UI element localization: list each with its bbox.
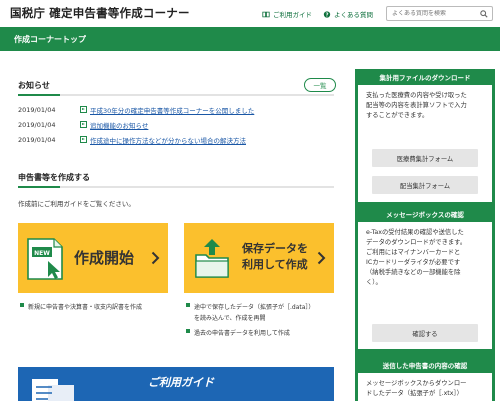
- faq-link[interactable]: ? よくある質問: [323, 9, 373, 19]
- notices-list: 2019/01/04 平成30年分の確定申告書等作成コーナーを公開しました 20…: [18, 102, 254, 147]
- guide-banner-label: ご利用ガイド: [148, 376, 214, 389]
- arrow-icon: [80, 121, 87, 128]
- resume-bullet-text: 過去の申告書データを利用して作成: [194, 330, 290, 337]
- question-icon: ?: [323, 10, 331, 18]
- body-line: データのダウンロードができます。: [366, 239, 467, 246]
- start-bullet-text: 新規に申告書や決算書・収支内訳書を作成: [28, 304, 143, 311]
- notice-date: 2019/01/04: [18, 120, 56, 129]
- arrow-icon: [80, 136, 87, 143]
- body-line: （納税手続きなどの一部機能を除: [366, 269, 461, 276]
- notices-title: お知らせ: [18, 81, 50, 90]
- sent-return-title: 送信した申告書の内容の確認: [382, 361, 468, 370]
- main-content: お知らせ 一覧 2019/01/04 平成30年分の確定申告書等作成コーナーを公…: [0, 51, 352, 401]
- resume-label-line1: 保存データを: [242, 242, 308, 255]
- check-messagebox-button[interactable]: 確認する: [372, 324, 478, 342]
- notice-link[interactable]: 作成途中に操作方法などが分からない場合の解決方法: [90, 135, 246, 145]
- body-line: ドしたデータ（拡張子が［.xtx］）: [366, 390, 463, 397]
- body-line: 配当等の内容を表計算ソフトで入力: [366, 102, 467, 109]
- notice-link[interactable]: 追加機能のお知らせ: [90, 120, 148, 130]
- start-create-button[interactable]: NEW 作成開始: [18, 223, 168, 293]
- faq-link-label: よくある質問: [334, 11, 373, 19]
- list-item: 2019/01/04 追加機能のお知らせ: [18, 117, 254, 132]
- page-title: 作成コーナートップ: [14, 35, 86, 44]
- notice-date: 2019/01/04: [18, 135, 56, 144]
- body-line: メッセージボックスからダウンロー: [366, 380, 467, 387]
- search-icon[interactable]: [480, 10, 488, 18]
- start-bullet: 新規に申告書や決算書・収支内訳書を作成: [20, 302, 142, 311]
- list-item: 2019/01/04 作成途中に操作方法などが分からない場合の解決方法: [18, 132, 254, 147]
- resume-bullet-cont: を読み込んで、作成を再開: [194, 313, 265, 322]
- chevron-right-icon: [317, 251, 326, 265]
- resume-bullet: 過去の申告書データを利用して作成: [186, 328, 290, 337]
- arrow-icon: [80, 106, 87, 113]
- notices-list-button[interactable]: 一覧: [304, 78, 336, 92]
- search-box[interactable]: [386, 6, 493, 21]
- svg-text:?: ?: [325, 12, 328, 18]
- guide-banner[interactable]: ご利用ガイド: [18, 367, 334, 401]
- new-badge: NEW: [34, 250, 50, 257]
- book-icon: [262, 11, 270, 17]
- chevron-right-icon: [151, 251, 160, 265]
- site-header: 国税庁 確定申告書等作成コーナー ご利用ガイド ? よくある質問: [0, 0, 500, 27]
- body-line: e-Taxの受付結果の確認や送信した: [366, 229, 464, 236]
- guide-link[interactable]: ご利用ガイド: [262, 9, 312, 19]
- notice-link[interactable]: 平成30年分の確定申告書等作成コーナーを公開しました: [90, 105, 254, 115]
- body-line: ICカードリーダライタが必要です: [366, 259, 461, 266]
- page-title-bar: 作成コーナートップ: [0, 27, 500, 51]
- folder-upload-icon: [195, 239, 229, 278]
- medical-form-button[interactable]: 医療費集計フォーム: [372, 149, 478, 167]
- messagebox-title: メッセージボックスの確認: [386, 210, 464, 219]
- create-title: 申告書等を作成する: [18, 173, 90, 182]
- section-divider: [18, 94, 334, 96]
- notice-date: 2019/01/04: [18, 105, 56, 114]
- resume-bullet-text: を読み込んで、作成を再開: [194, 315, 266, 322]
- sent-return-body: メッセージボックスからダウンロー ドしたデータ（拡張子が［.xtx］）: [366, 379, 466, 399]
- new-document-icon: NEW: [27, 238, 63, 280]
- bullet-icon: [186, 329, 190, 333]
- list-item: 2019/01/04 平成30年分の確定申告書等作成コーナーを公開しました: [18, 102, 254, 117]
- resume-bullet: 途中で保存したデータ（拡張子が［.data］）: [186, 302, 314, 311]
- dividend-form-button[interactable]: 配当集計フォーム: [372, 176, 478, 194]
- document-illustration-icon: [32, 379, 74, 401]
- body-line: 支払った医療費の内容や受け取った: [366, 92, 467, 99]
- bullet-icon: [186, 303, 190, 307]
- messagebox-body: e-Taxの受付結果の確認や送信した データのダウンロードができます。 ご利用に…: [366, 228, 466, 288]
- resume-bullet-text: 途中で保存したデータ（拡張子が［.data］）: [194, 304, 315, 311]
- site-title[interactable]: 国税庁 確定申告書等作成コーナー: [10, 5, 190, 21]
- download-title: 集計用ファイルのダウンロード: [379, 73, 471, 82]
- resume-label-line2: 利用して作成: [242, 258, 308, 271]
- download-body: 支払った医療費の内容や受け取った 配当等の内容を表計算ソフトで入力 することがで…: [366, 91, 467, 121]
- body-line: く）。: [366, 279, 382, 286]
- start-create-label: 作成開始: [74, 249, 135, 267]
- resume-create-button[interactable]: 保存データを 利用して作成: [184, 223, 334, 293]
- bullet-icon: [20, 303, 24, 307]
- section-divider: [18, 186, 334, 188]
- search-input[interactable]: [392, 10, 482, 17]
- body-line: することができます。: [366, 112, 429, 119]
- guide-link-label: ご利用ガイド: [273, 11, 312, 19]
- create-intro: 作成前にご利用ガイドをご覧ください。: [18, 200, 135, 208]
- body-line: ご利用にはマイナンバーカードと: [366, 249, 461, 256]
